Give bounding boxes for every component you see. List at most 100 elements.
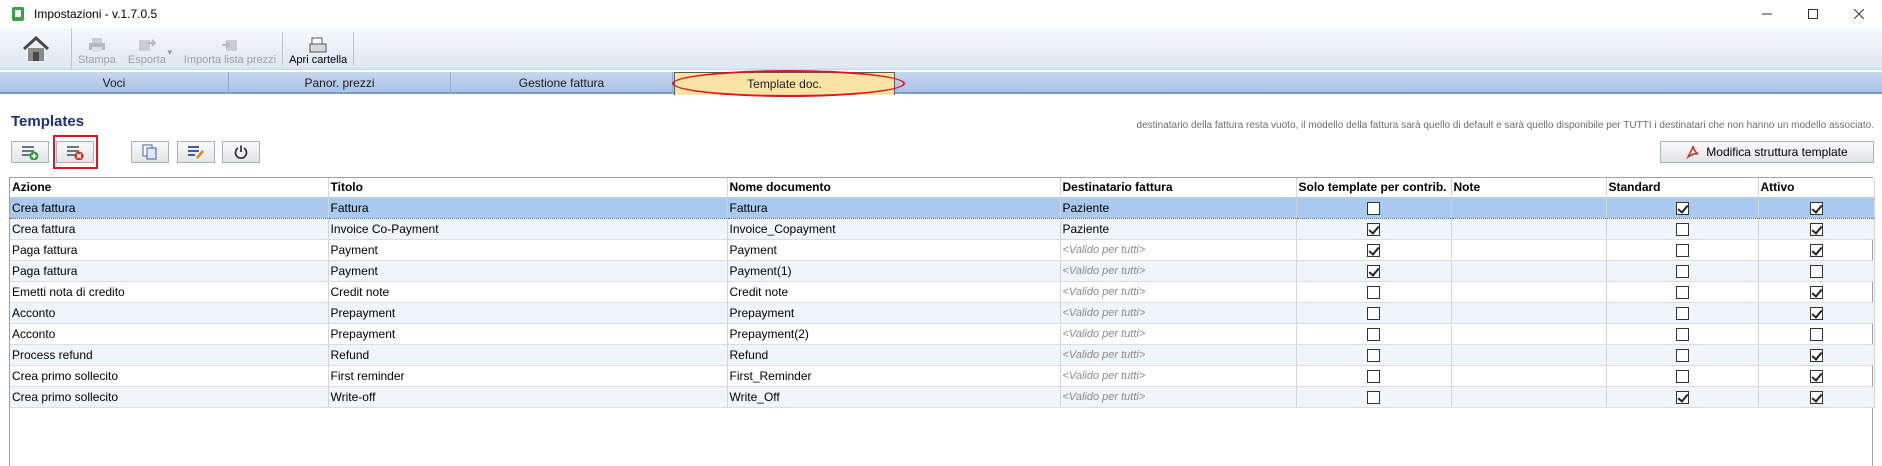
destinatario-cell[interactable]: <Valido per tutti> <box>1060 239 1297 261</box>
add-template-button[interactable] <box>11 141 49 163</box>
nome-documento-cell[interactable]: Prepayment <box>727 302 1061 324</box>
titolo-cell[interactable]: Payment <box>328 239 728 261</box>
azione-cell[interactable]: Crea primo sollecito <box>10 386 329 408</box>
minimize-button[interactable] <box>1744 0 1790 28</box>
attivo-checkbox[interactable] <box>1809 243 1823 257</box>
column-header[interactable]: Solo template per contrib. <box>1296 178 1452 198</box>
tab-template-doc[interactable]: Template doc. <box>674 72 895 95</box>
nome-documento-cell[interactable]: Refund <box>727 344 1061 366</box>
azione-cell[interactable]: Emetti nota di credito <box>10 281 329 303</box>
edit-template-button[interactable] <box>177 141 215 163</box>
column-header[interactable]: Destinatario fattura <box>1060 178 1297 198</box>
standard-checkbox[interactable] <box>1675 327 1689 341</box>
attivo-checkbox[interactable] <box>1809 306 1823 320</box>
column-header[interactable]: Nome documento <box>727 178 1061 198</box>
azione-cell[interactable]: Crea fattura <box>10 218 329 240</box>
note-cell[interactable] <box>1451 196 1607 219</box>
titolo-cell[interactable]: Fattura <box>328 196 728 219</box>
print-button[interactable]: Stampa <box>72 28 122 69</box>
export-button[interactable]: Esporta <box>122 28 172 69</box>
table-row[interactable]: Acconto Prepayment Prepayment(2) <Valido pe… <box>10 323 1875 345</box>
attivo-checkbox[interactable] <box>1809 285 1823 299</box>
standard-checkbox[interactable] <box>1675 285 1689 299</box>
titolo-cell[interactable]: Payment <box>328 260 728 282</box>
azione-cell[interactable]: Acconto <box>10 323 329 345</box>
titolo-cell[interactable]: Refund <box>328 344 728 366</box>
destinatario-cell[interactable]: Paziente <box>1060 218 1297 240</box>
attivo-checkbox[interactable] <box>1809 264 1823 278</box>
titolo-cell[interactable]: First reminder <box>328 365 728 387</box>
nome-documento-cell[interactable]: First_Reminder <box>727 365 1061 387</box>
column-header[interactable]: Standard <box>1606 178 1759 198</box>
destinatario-cell[interactable]: <Valido per tutti> <box>1060 260 1297 282</box>
azione-cell[interactable]: Crea fattura <box>10 196 329 219</box>
attivo-checkbox[interactable] <box>1809 348 1823 362</box>
home-button[interactable] <box>0 28 72 69</box>
solo-template-checkbox[interactable] <box>1367 390 1380 404</box>
note-cell[interactable] <box>1451 302 1607 324</box>
table-row[interactable]: Crea fattura Invoice Co-Payment Invoice_Co… <box>10 218 1875 240</box>
destinatario-cell[interactable]: <Valido per tutti> <box>1060 281 1297 303</box>
tab-gestione-fattura[interactable]: Gestione fattura <box>451 72 673 94</box>
solo-template-checkbox[interactable] <box>1367 327 1380 341</box>
table-row[interactable]: Crea fattura Fattura Fattura Paziente <box>10 196 1875 219</box>
nome-documento-cell[interactable]: Payment <box>727 239 1061 261</box>
chevron-down-icon[interactable]: ▼ <box>166 40 174 57</box>
destinatario-cell[interactable]: <Valido per tutti> <box>1060 323 1297 345</box>
azione-cell[interactable]: Process refund <box>10 344 329 366</box>
modify-structure-button[interactable]: Modifica struttura template <box>1660 141 1874 163</box>
import-price-list-button[interactable]: Importa lista prezzi <box>178 28 282 69</box>
standard-checkbox[interactable] <box>1675 390 1689 404</box>
column-header[interactable]: Attivo <box>1758 178 1875 198</box>
table-row[interactable]: Acconto Prepayment Prepayment <Valido per t… <box>10 302 1875 324</box>
destinatario-cell[interactable]: <Valido per tutti> <box>1060 365 1297 387</box>
note-cell[interactable] <box>1451 260 1607 282</box>
tab-panor-prezzi[interactable]: Panor. prezzi <box>229 72 451 94</box>
attivo-checkbox[interactable] <box>1809 369 1823 383</box>
note-cell[interactable] <box>1451 386 1607 408</box>
solo-template-checkbox[interactable] <box>1367 369 1380 383</box>
note-cell[interactable] <box>1451 239 1607 261</box>
titolo-cell[interactable]: Invoice Co-Payment <box>328 218 728 240</box>
table-row[interactable]: Paga fattura Payment Payment(1) <Valido per… <box>10 260 1875 282</box>
nome-documento-cell[interactable]: Prepayment(2) <box>727 323 1061 345</box>
copy-template-button[interactable] <box>131 141 169 163</box>
column-header[interactable]: Azione <box>10 178 329 198</box>
standard-checkbox[interactable] <box>1675 348 1689 362</box>
open-folder-button[interactable]: Apri cartella <box>283 28 353 69</box>
solo-template-checkbox[interactable] <box>1367 306 1380 320</box>
standard-checkbox[interactable] <box>1675 222 1689 236</box>
column-header[interactable]: Note <box>1451 178 1607 198</box>
standard-checkbox[interactable] <box>1675 243 1689 257</box>
nome-documento-cell[interactable]: Write_Off <box>727 386 1061 408</box>
maximize-button[interactable] <box>1790 0 1836 28</box>
standard-checkbox[interactable] <box>1675 369 1689 383</box>
note-cell[interactable] <box>1451 281 1607 303</box>
standard-checkbox[interactable] <box>1675 201 1689 215</box>
attivo-checkbox[interactable] <box>1809 222 1823 236</box>
nome-documento-cell[interactable]: Invoice_Copayment <box>727 218 1061 240</box>
solo-template-checkbox[interactable] <box>1367 348 1380 362</box>
destinatario-cell[interactable]: <Valido per tutti> <box>1060 302 1297 324</box>
solo-template-checkbox[interactable] <box>1367 285 1380 299</box>
azione-cell[interactable]: Acconto <box>10 302 329 324</box>
titolo-cell[interactable]: Write-off <box>328 386 728 408</box>
note-cell[interactable] <box>1451 323 1607 345</box>
destinatario-cell[interactable]: <Valido per tutti> <box>1060 386 1297 408</box>
titolo-cell[interactable]: Credit note <box>328 281 728 303</box>
solo-template-checkbox[interactable] <box>1367 201 1380 215</box>
azione-cell[interactable]: Paga fattura <box>10 260 329 282</box>
titolo-cell[interactable]: Prepayment <box>328 302 728 324</box>
azione-cell[interactable]: Crea primo sollecito <box>10 365 329 387</box>
column-header[interactable]: Titolo <box>328 178 728 198</box>
toggle-active-button[interactable] <box>222 141 260 163</box>
destinatario-cell[interactable]: <Valido per tutti> <box>1060 344 1297 366</box>
note-cell[interactable] <box>1451 344 1607 366</box>
table-row[interactable]: Process refund Refund Refund <Valido per tu… <box>10 344 1875 366</box>
nome-documento-cell[interactable]: Credit note <box>727 281 1061 303</box>
solo-template-checkbox[interactable] <box>1367 243 1380 257</box>
titolo-cell[interactable]: Prepayment <box>328 323 728 345</box>
destinatario-cell[interactable]: Paziente <box>1060 196 1297 219</box>
note-cell[interactable] <box>1451 365 1607 387</box>
attivo-checkbox[interactable] <box>1809 327 1823 341</box>
